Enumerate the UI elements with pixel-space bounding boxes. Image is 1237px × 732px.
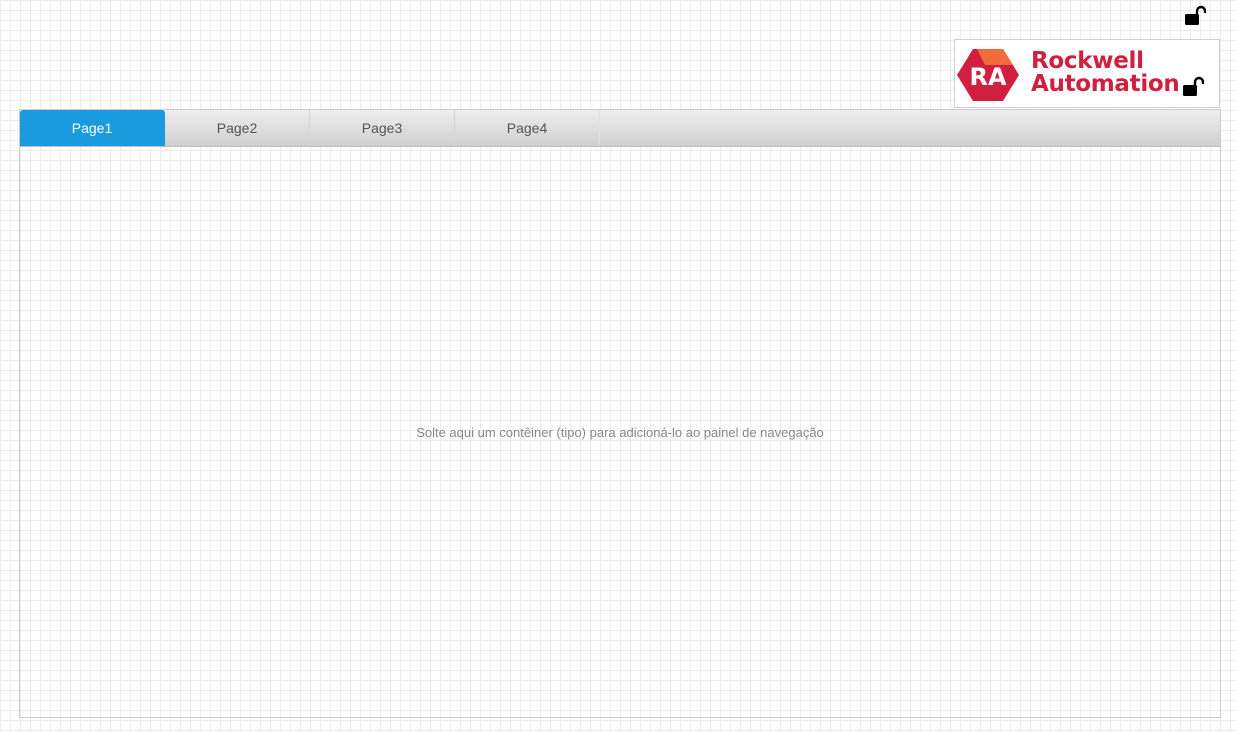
logo-line1: Rockwell xyxy=(1031,48,1144,74)
logo-mark-text: RA xyxy=(969,63,1006,91)
logo-wordmark: Rockwell Automation xyxy=(1031,50,1180,96)
unlock-icon[interactable] xyxy=(1182,76,1205,98)
tab-bar: Page1 Page2 Page3 Page4 xyxy=(20,110,1220,147)
tab-page2[interactable]: Page2 xyxy=(165,110,310,146)
rockwell-logo-mark-icon: RA xyxy=(957,49,1019,101)
logo-line2: Automation xyxy=(1031,71,1180,97)
company-logo: RA Rockwell Automation xyxy=(954,39,1220,108)
tab-page1[interactable]: Page1 xyxy=(20,110,165,146)
tab-page4[interactable]: Page4 xyxy=(455,110,600,146)
tab-page3[interactable]: Page3 xyxy=(310,110,455,146)
drop-hint-text: Solte aqui um contêiner (tipo) para adic… xyxy=(416,425,824,440)
unlock-icon[interactable] xyxy=(1184,5,1207,27)
navigation-panel[interactable]: Page1 Page2 Page3 Page4 Solte aqui um co… xyxy=(19,109,1221,718)
